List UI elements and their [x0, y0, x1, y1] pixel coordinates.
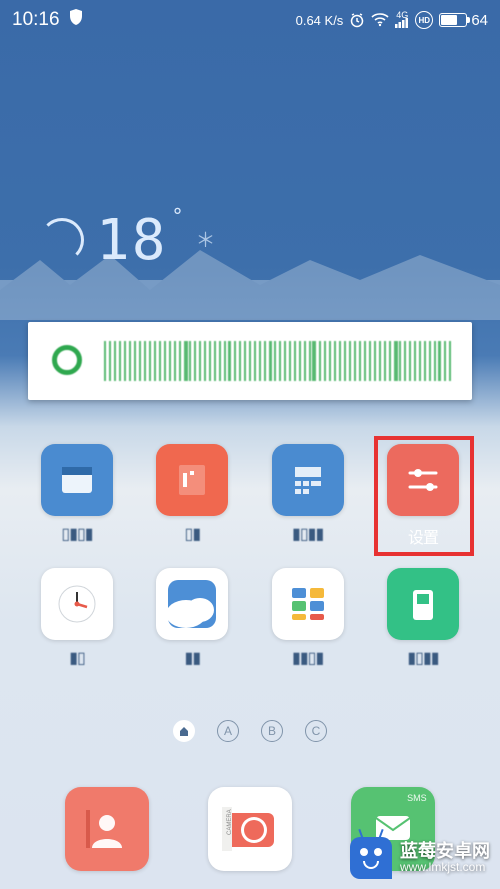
app-clock[interactable]: ▮▯: [30, 568, 124, 668]
watermark: 蓝莓安卓网 www.lmkjst.com: [350, 837, 490, 879]
settings-icon: [387, 444, 459, 516]
page-dot-a[interactable]: A: [217, 720, 239, 742]
sms-badge: SMS: [407, 793, 427, 803]
android-logo-icon: [350, 837, 392, 879]
app-label: 设置: [408, 524, 438, 544]
network-speed: 0.64 K/s: [296, 13, 344, 28]
app-calculator[interactable]: ▮▯▮▮: [261, 444, 355, 544]
app-label: ▯▮▯▮: [61, 524, 92, 544]
alarm-icon: [349, 12, 365, 28]
contacts-icon: [65, 787, 149, 871]
app-security[interactable]: ▮▯▮▮: [376, 568, 470, 668]
app-label: ▮▯: [69, 648, 85, 668]
watermark-url: www.lmkjst.com: [400, 861, 490, 874]
shield-app-icon: [387, 568, 459, 640]
home-screen: 10:16 0.64 K/s 4G HD 64: [0, 0, 500, 889]
svg-text:CAMERA: CAMERA: [227, 809, 233, 835]
weather-temperature: 18: [96, 208, 167, 273]
app-files[interactable]: ▮▮▯▮: [261, 568, 355, 668]
card-content-bars: [104, 341, 454, 381]
page-indicator[interactable]: A B C: [0, 720, 500, 742]
app-label: ▮▮: [185, 648, 201, 668]
wifi-icon: [371, 13, 389, 27]
calendar-icon: [41, 444, 113, 516]
battery-indicator: 64: [439, 12, 488, 29]
weather-widget[interactable]: 18 ° ＊: [0, 200, 500, 280]
app-notes[interactable]: ▯▮: [145, 444, 239, 544]
weather-unit: °: [171, 206, 185, 226]
clock-icon: [41, 568, 113, 640]
app-label: ▮▮▯▮: [292, 648, 323, 668]
app-label: ▮▯▮▮: [407, 648, 438, 668]
cellular-icon: 4G: [395, 12, 409, 28]
status-bar: 10:16 0.64 K/s 4G HD 64: [0, 0, 500, 40]
calculator-icon: [272, 444, 344, 516]
app-label: ▮▯▮▮: [292, 524, 323, 544]
notes-icon: [156, 444, 228, 516]
shield-icon: [68, 8, 84, 32]
page-dot-c[interactable]: C: [305, 720, 327, 742]
green-ring-icon: [46, 339, 90, 383]
hd-icon: HD: [415, 11, 433, 29]
weather-extra: ＊: [195, 230, 217, 250]
weather-cloud-icon: [40, 218, 84, 262]
app-weather[interactable]: ▮▮: [145, 568, 239, 668]
app-calendar[interactable]: ▯▮▯▮: [30, 444, 124, 544]
weather-app-icon: [156, 568, 228, 640]
search-card[interactable]: [28, 322, 472, 400]
app-settings[interactable]: 设置: [376, 444, 470, 544]
dock-contacts[interactable]: [57, 787, 157, 871]
app-label: ▯▮: [185, 524, 201, 544]
watermark-title: 蓝莓安卓网: [400, 842, 490, 862]
dock-camera[interactable]: CAMERA: [200, 787, 300, 871]
page-dot-b[interactable]: B: [261, 720, 283, 742]
app-grid: ▯▮▯▮ ▯▮ ▮▯▮▮ 设置: [0, 444, 500, 692]
camera-icon: CAMERA: [208, 787, 292, 871]
files-icon: [272, 568, 344, 640]
clock-time: 10:16: [12, 9, 60, 31]
page-dot-home[interactable]: [173, 720, 195, 742]
